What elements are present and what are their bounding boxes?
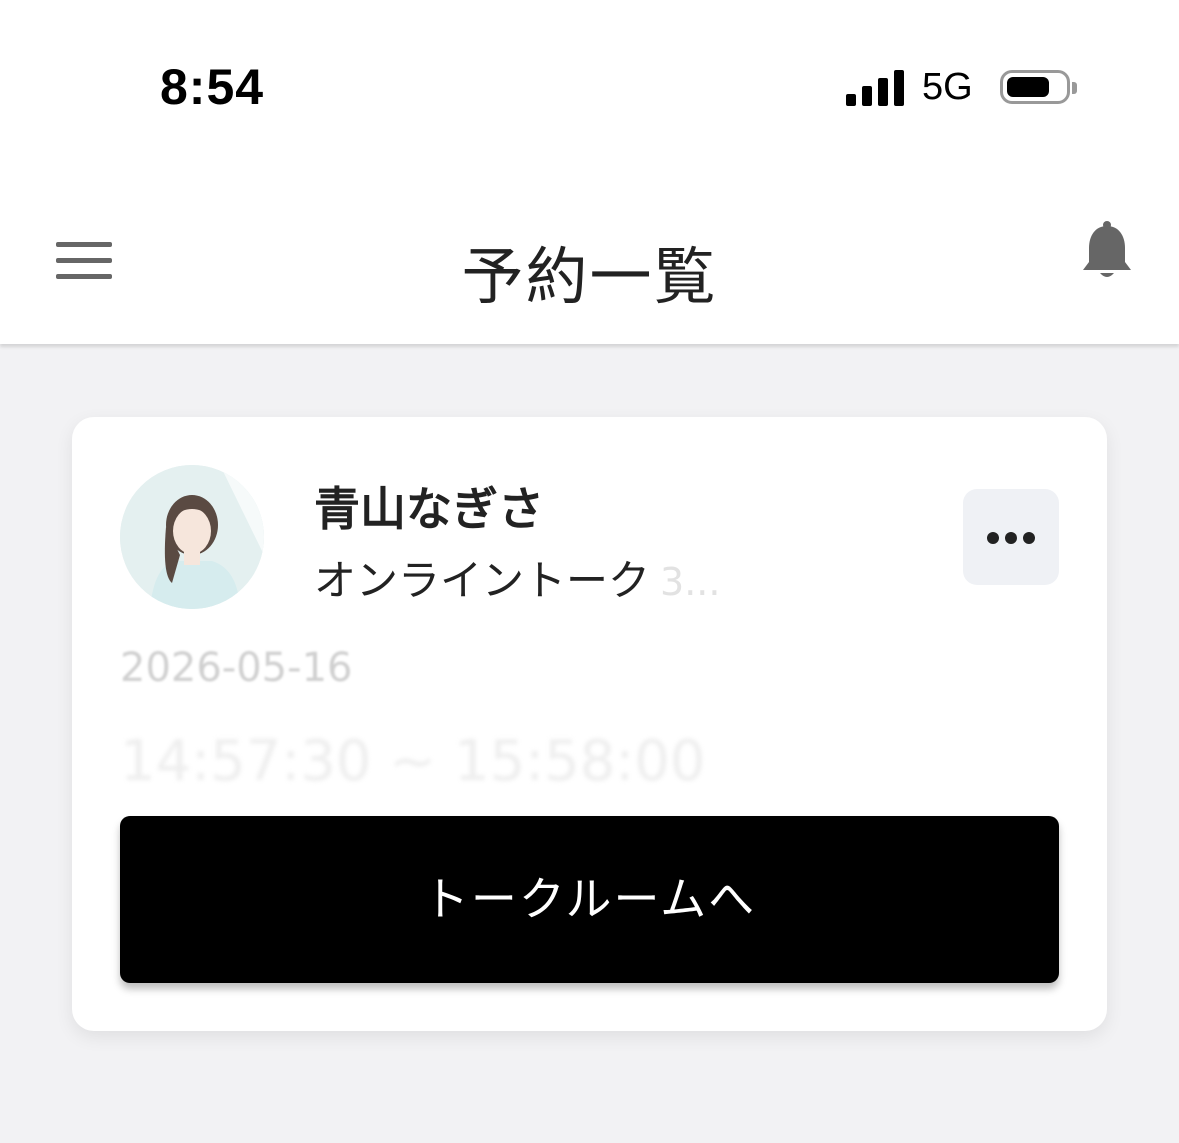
status-bar: 8:54 5G	[0, 0, 1179, 180]
more-horizontal-icon	[987, 532, 999, 544]
reservation-date: 2026-05-16	[120, 645, 353, 691]
signal-strength-icon	[846, 70, 906, 106]
page-title: 予約一覧	[461, 240, 718, 313]
service-name: オンライントーク	[314, 556, 651, 605]
battery-icon	[1000, 70, 1077, 104]
battery-level	[1007, 77, 1049, 97]
reservation-time-range: 14:57:30 ~ 15:58:00	[120, 729, 706, 794]
talkroom-button[interactable]: トークルームへ	[120, 816, 1059, 983]
performer-name: 青山なぎさ	[314, 482, 544, 536]
reservation-card: 青山なぎさ オンライントーク 3... 2026-05-16 14:57:30 ~…	[72, 417, 1107, 1031]
status-time: 8:54	[160, 59, 265, 115]
app-header: 予約一覧	[0, 180, 1179, 344]
service-type: オンライントーク 3...	[314, 547, 720, 608]
service-suffix: 3...	[660, 560, 721, 604]
network-type: 5G	[922, 66, 973, 108]
bell-icon[interactable]	[1080, 220, 1134, 282]
avatar	[120, 465, 264, 609]
more-options-button[interactable]	[963, 489, 1059, 585]
